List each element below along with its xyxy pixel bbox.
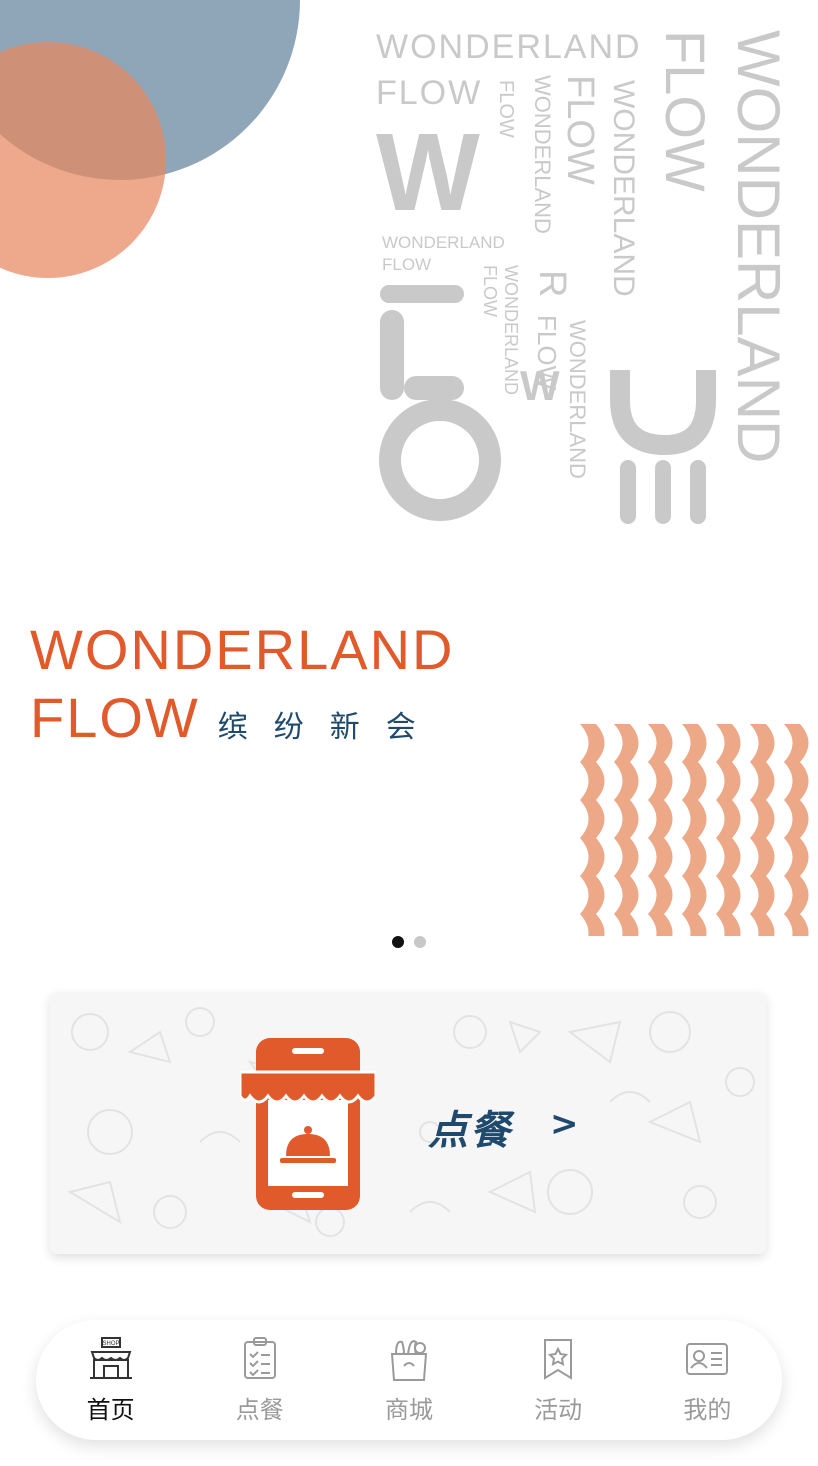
svg-text:WONDERLAND: WONDERLAND: [725, 30, 792, 463]
tab-label: 我的: [683, 1395, 732, 1424]
svg-text:FLOW: FLOW: [376, 74, 482, 112]
tab-home[interactable]: SHOP 首页: [56, 1336, 166, 1425]
tab-label: 商城: [384, 1395, 433, 1424]
order-entry-card[interactable]: 点餐 >: [50, 992, 766, 1254]
order-phone-icon: [240, 1038, 376, 1210]
order-label: 点餐: [428, 1108, 512, 1154]
tab-profile[interactable]: 我的: [652, 1336, 762, 1425]
svg-text:SHOP: SHOP: [102, 1341, 119, 1347]
tab-label: 首页: [86, 1395, 135, 1424]
decorative-wave-pattern: [580, 724, 818, 936]
id-card-icon: [686, 1342, 729, 1375]
bookmark-star-icon: [544, 1338, 573, 1380]
clipboard-icon: [243, 1336, 276, 1379]
tab-order[interactable]: 点餐: [205, 1336, 315, 1425]
carousel-indicator: [0, 936, 818, 948]
svg-text:FLOW: FLOW: [559, 75, 601, 185]
decorative-typography: WONDERLAND FLOW W WONDERLAND FLOW W FLOW…: [376, 28, 792, 524]
tab-label: 点餐: [235, 1395, 284, 1424]
food-doodle-background: [67, 1007, 755, 1237]
svg-text:WONDERLAND: WONDERLAND: [607, 80, 640, 297]
svg-text:R: R: [531, 270, 573, 297]
brand-logo: WONDERLAND FLOW 缤纷新会: [30, 620, 490, 748]
banner-carousel[interactable]: WONDERLAND FLOW W WONDERLAND FLOW W FLOW…: [0, 0, 818, 960]
svg-text:FLOW: FLOW: [480, 265, 500, 317]
svg-text:WONDERLAND: WONDERLAND: [530, 75, 555, 234]
svg-text:FLOW: FLOW: [382, 255, 431, 274]
svg-text:WONDERLAND: WONDERLAND: [501, 265, 521, 395]
tab-activity[interactable]: 活动: [503, 1336, 613, 1425]
svg-text:FLOW: FLOW: [654, 30, 717, 192]
carousel-dot-2[interactable]: [414, 936, 426, 948]
carousel-dot-1[interactable]: [392, 936, 404, 948]
bottom-tab-bar: SHOP 首页 点餐 商城 活动 我的: [36, 1320, 782, 1440]
shop-icon: SHOP: [89, 1336, 132, 1379]
grocery-bag-icon: [390, 1339, 428, 1381]
tab-mall[interactable]: 商城: [354, 1336, 464, 1425]
svg-text:WONDERLAND: WONDERLAND: [382, 233, 505, 252]
logo-chinese-name: 缤纷新会: [217, 710, 442, 745]
svg-text:FLOW: FLOW: [495, 80, 517, 138]
tab-label: 活动: [534, 1395, 583, 1424]
svg-text:WONDERLAND: WONDERLAND: [565, 320, 590, 479]
logo-wordmark-top: WONDERLAND: [30, 618, 455, 681]
logo-wordmark-bottom: FLOW: [30, 686, 200, 749]
svg-text:W: W: [376, 111, 480, 234]
svg-text:FLOW: FLOW: [532, 315, 562, 391]
svg-text:WONDERLAND: WONDERLAND: [376, 28, 642, 66]
chevron-right-icon: >: [550, 1104, 579, 1144]
